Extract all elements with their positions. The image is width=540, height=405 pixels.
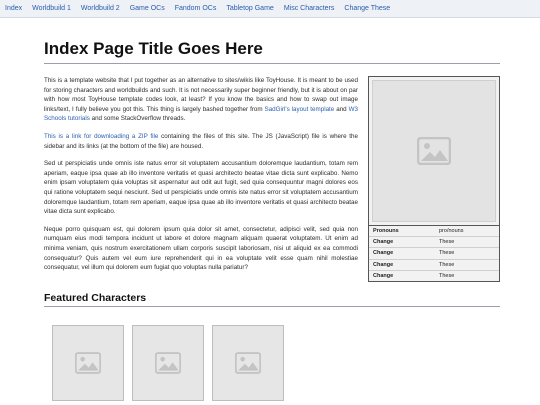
intro-paragraph: This is a template website that I put to… (44, 76, 358, 124)
featured-gallery (52, 325, 284, 401)
infobox-row: Change These (369, 259, 499, 271)
infobox-key: Change (369, 236, 435, 249)
infobox-value: These (439, 272, 455, 279)
image-placeholder-icon (155, 352, 181, 374)
image-placeholder-icon (235, 352, 261, 374)
infobox-key: Pronouns (369, 226, 435, 238)
featured-heading: Featured Characters (44, 292, 147, 304)
infobox-key: Change (369, 247, 435, 260)
page-content: Index Page Title Goes Here This is a tem… (44, 38, 500, 283)
nav-item-index[interactable]: Index (0, 0, 27, 18)
infobox-row: Pronouns pro/nouns (369, 226, 499, 238)
page-title: Index Page Title Goes Here (44, 39, 263, 58)
infobox-key: Change (369, 259, 435, 271)
nav-item-worldbuild-2[interactable]: Worldbuild 2 (76, 0, 125, 18)
nav-item-fandom-ocs[interactable]: Fandom OCs (170, 0, 222, 18)
infobox-value: pro/nouns (435, 226, 499, 238)
featured-character-card[interactable] (212, 325, 284, 401)
featured-divider (44, 306, 500, 307)
nav-item-misc-characters[interactable]: Misc Characters (279, 0, 340, 18)
image-placeholder-icon (417, 137, 451, 165)
infobox-value: These (435, 236, 499, 249)
text-column: This is a template website that I put to… (44, 76, 358, 273)
infobox-table: Pronouns pro/nouns Change These Change Thes… (369, 226, 499, 281)
main-section: This is a template website that I put to… (44, 76, 500, 283)
intro-text-b: and some StackOverflow threads. (89, 115, 186, 123)
sadgirl-template-link[interactable]: SadGirl's layout template (265, 106, 335, 113)
nav-item-change-these[interactable]: Change These (339, 0, 395, 18)
infobox-row: Change These (369, 236, 499, 249)
intro-text-and: and (334, 105, 349, 113)
top-navigation: Index Worldbuild 1 Worldbuild 2 Game OCs… (0, 0, 540, 18)
infobox-row: Change These (369, 247, 499, 260)
download-paragraph: This is a link for downloading a ZIP fil… (44, 132, 358, 151)
featured-character-card[interactable] (52, 325, 124, 401)
title-divider (44, 63, 500, 64)
infobox-key: Change (373, 272, 394, 279)
featured-character-card[interactable] (132, 325, 204, 401)
nav-item-tabletop-game[interactable]: Tabletop Game (221, 0, 278, 18)
character-infobox: Pronouns pro/nouns Change These Change Thes… (368, 76, 500, 283)
nav-item-worldbuild-1[interactable]: Worldbuild 1 (27, 0, 76, 18)
lorem-paragraph-1: Sed ut perspiciatis unde omnis iste natu… (44, 160, 358, 216)
infobox-value: These (435, 259, 499, 271)
infobox-image (372, 80, 496, 222)
infobox-value: These (435, 247, 499, 260)
infobox-row: Change These (369, 270, 499, 281)
image-placeholder-icon (75, 352, 101, 374)
nav-item-game-ocs[interactable]: Game OCs (125, 0, 170, 18)
lorem-paragraph-2: Neque porro quisquam est, qui dolorem ip… (44, 225, 358, 272)
zip-download-link[interactable]: This is a link for downloading a ZIP fil… (44, 133, 158, 140)
